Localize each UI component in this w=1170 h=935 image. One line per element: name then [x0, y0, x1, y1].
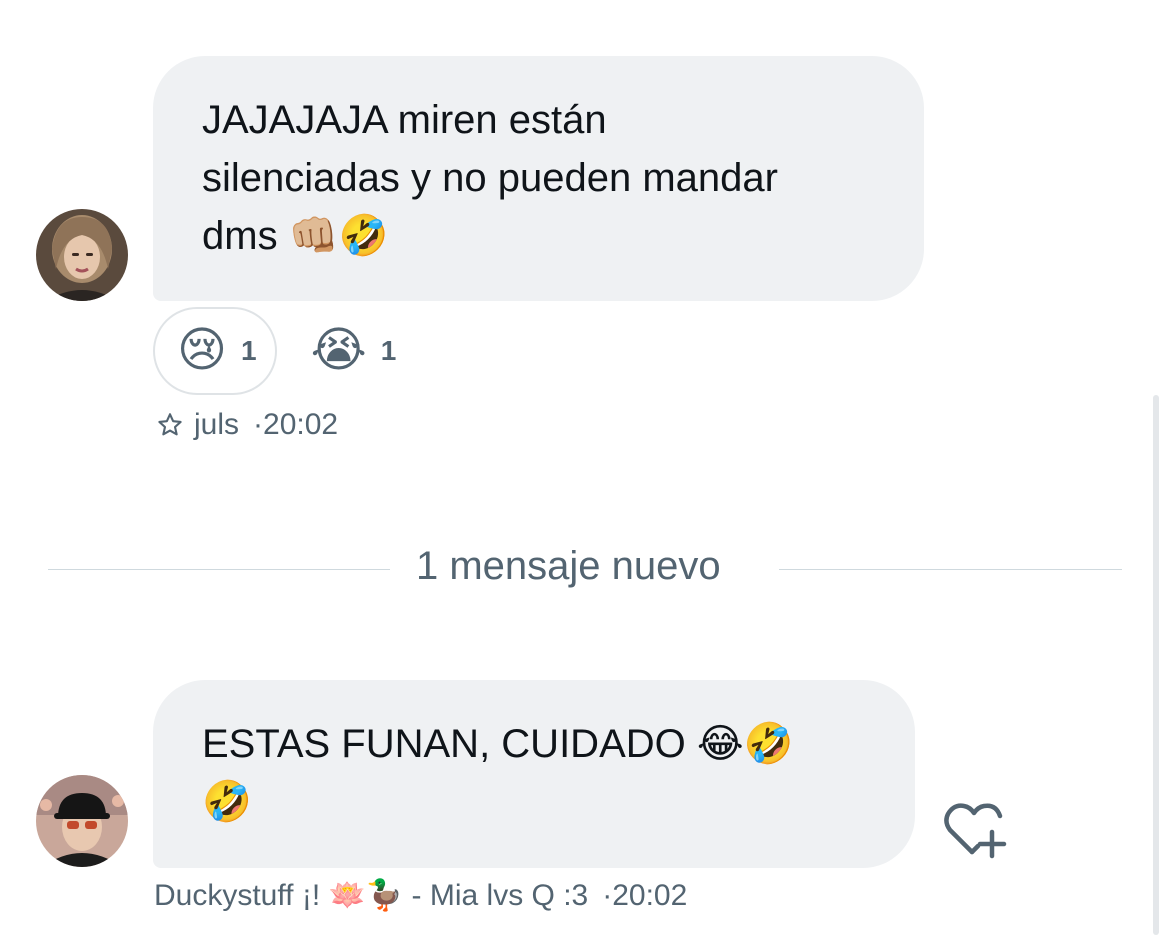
message-text: ESTAS FUNAN, CUIDADO: [202, 722, 686, 766]
message-time: ·20:02: [602, 878, 688, 912]
message-emojis: 🤣: [202, 779, 252, 825]
message-text: dms: [202, 214, 278, 258]
loudly-crying-face-emoji: 😭: [310, 324, 367, 377]
reaction-loudly-crying[interactable]: 😭 1: [287, 307, 417, 395]
avatar-juls-image: [36, 209, 128, 301]
crying-face-emoji: 😢: [177, 324, 228, 377]
message-meta: Duckystuff ¡! 🪷🦆 - Mia lvs Q :3 ·20:02: [154, 878, 687, 913]
divider-line: [779, 569, 1122, 570]
heart-plus-icon[interactable]: [942, 800, 1008, 862]
avatar-duckystuff[interactable]: [36, 775, 128, 867]
divider-line: [48, 569, 390, 570]
scrollbar[interactable]: [1153, 395, 1159, 935]
message-text-line: ESTAS FUNAN, CUIDADO 😂🤣: [202, 715, 867, 773]
avatar-juls[interactable]: [36, 209, 128, 301]
message-text: JAJAJAJA miren están: [202, 98, 607, 142]
message-emojis: 😂🤣: [696, 721, 794, 767]
sender-name[interactable]: juls: [194, 408, 239, 442]
message-text-line: dms 👊🏼🤣: [202, 207, 876, 265]
new-messages-divider: 1 mensaje nuevo: [48, 536, 1122, 602]
reaction-count: 1: [241, 335, 257, 366]
message-bubble[interactable]: JAJAJAJA miren están silenciadas y no pu…: [153, 56, 924, 301]
sender-name[interactable]: Duckystuff ¡! 🪷🦆 - Mia lvs Q :3: [154, 878, 588, 913]
star-outline-icon: [156, 411, 184, 439]
reaction-count: 1: [380, 335, 397, 366]
message-meta: juls ·20:02: [156, 408, 338, 442]
message-bubble[interactable]: ESTAS FUNAN, CUIDADO 😂🤣 🤣: [153, 680, 915, 868]
message-time: ·20:02: [253, 408, 339, 441]
message-emojis: 👊🏼🤣: [288, 213, 389, 259]
message-text: silenciadas y no pueden mandar: [202, 156, 778, 200]
avatar-duckystuff-image: [36, 775, 128, 867]
new-messages-label: 1 mensaje nuevo: [416, 544, 721, 588]
reaction-crying[interactable]: 😢 1: [153, 307, 277, 395]
reactions-bar: 😢 1 😭 1: [153, 307, 416, 397]
